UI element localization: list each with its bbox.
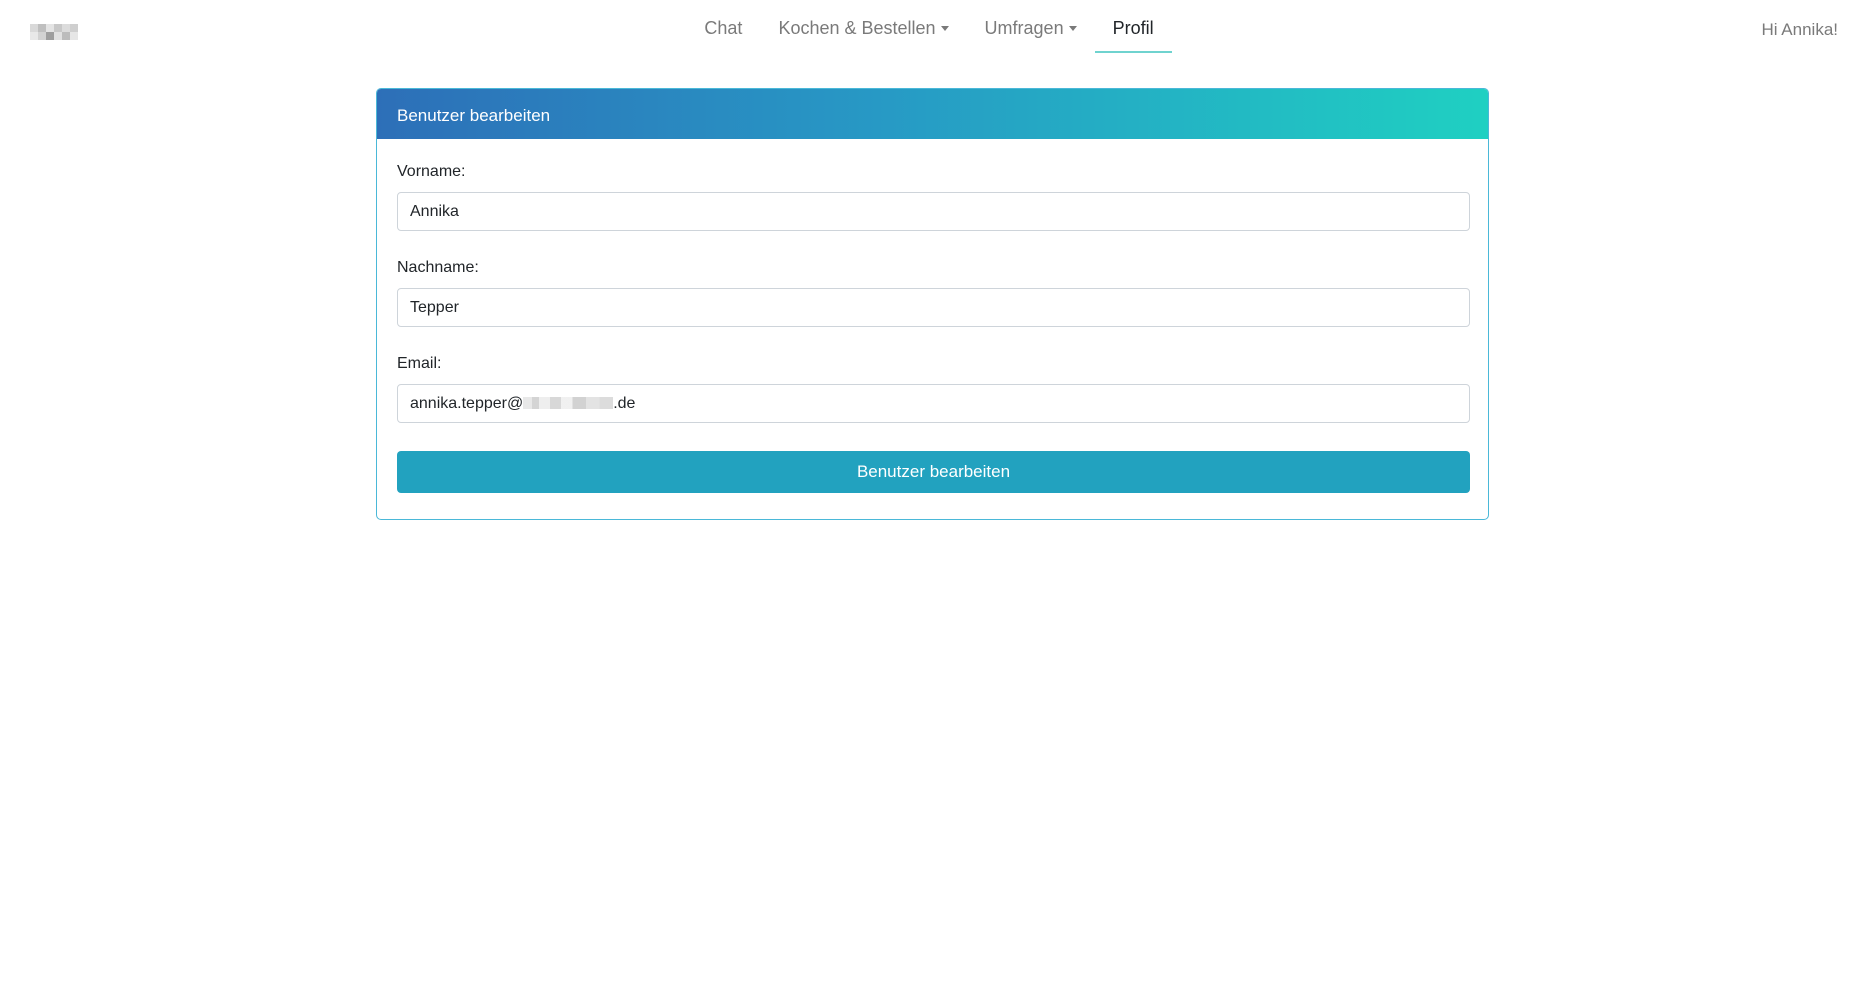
email-label: Email: [397, 355, 442, 372]
nav-item-label: Profil [1112, 18, 1154, 38]
redacted-domain [523, 397, 614, 409]
nav-item-umfragen[interactable]: Umfragen [967, 0, 1095, 53]
nav-item-chat[interactable]: Chat [686, 0, 760, 53]
lastname-label: Nachname: [397, 259, 479, 276]
email-value-prefix: annika.tepper@ [410, 395, 524, 412]
edit-user-card: Benutzer bearbeiten Vorname: Annika Nach… [376, 88, 1489, 520]
email-input[interactable]: annika.tepper@ .de [397, 384, 1470, 423]
firstname-label: Vorname: [397, 163, 466, 180]
lastname-input[interactable]: Tepper [397, 288, 1470, 327]
edit-user-button[interactable]: Benutzer bearbeiten [397, 451, 1470, 493]
card-header: Benutzer bearbeiten [377, 89, 1488, 139]
nav-item-label: Umfragen [984, 18, 1064, 38]
main-navigation: Chat Kochen & Bestellen Umfragen Profil [0, 0, 1858, 53]
firstname-input[interactable]: Annika [397, 192, 1470, 231]
caret-down-icon [1068, 26, 1077, 31]
edit-user-form: Vorname: Annika Nachname: Tepper Email: … [377, 139, 1488, 493]
nav-item-kochen-bestellen[interactable]: Kochen & Bestellen [760, 0, 966, 53]
nav-item-profil[interactable]: Profil [1094, 0, 1172, 53]
user-greeting[interactable]: Hi Annika! [1761, 20, 1838, 40]
email-value-suffix: .de [613, 395, 636, 412]
nav-item-label: Chat [704, 18, 743, 38]
nav-item-label: Kochen & Bestellen [778, 18, 936, 38]
top-navbar: Chat Kochen & Bestellen Umfragen Profil … [0, 0, 1858, 62]
caret-down-icon [940, 26, 949, 31]
